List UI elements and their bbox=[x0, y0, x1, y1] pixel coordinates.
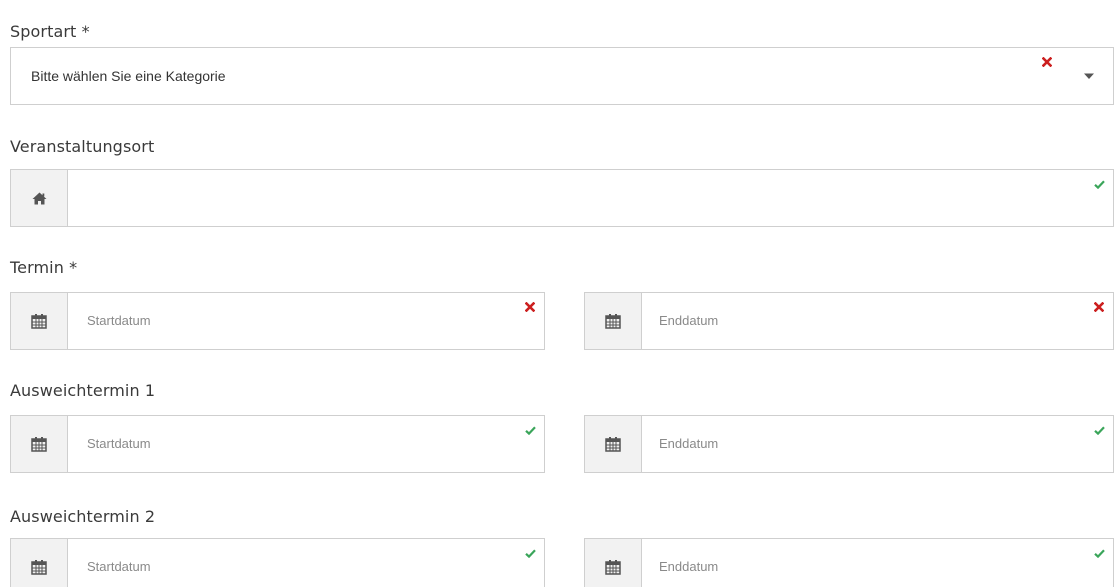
termin-start-field[interactable]: Startdatum bbox=[10, 292, 545, 350]
date-addon bbox=[11, 416, 68, 472]
error-icon bbox=[1041, 56, 1053, 68]
alt2-start-input[interactable]: Startdatum bbox=[87, 539, 151, 587]
valid-icon bbox=[1093, 547, 1105, 559]
venue-label: Veranstaltungsort bbox=[10, 137, 155, 156]
alt1-label: Ausweichtermin 1 bbox=[10, 381, 156, 400]
venue-addon bbox=[11, 170, 68, 226]
calendar-icon bbox=[31, 314, 47, 329]
termin-end-field[interactable]: Enddatum bbox=[584, 292, 1114, 350]
alt1-end-input[interactable]: Enddatum bbox=[659, 416, 718, 472]
valid-icon bbox=[1093, 424, 1105, 436]
calendar-icon bbox=[605, 560, 621, 575]
alt2-end-field[interactable]: Enddatum bbox=[584, 538, 1114, 587]
valid-icon bbox=[1093, 178, 1105, 190]
alt2-start-field[interactable]: Startdatum bbox=[10, 538, 545, 587]
caret-down-icon bbox=[1084, 73, 1094, 79]
termin-start-input[interactable]: Startdatum bbox=[87, 293, 151, 349]
alt2-end-input[interactable]: Enddatum bbox=[659, 539, 718, 587]
valid-icon bbox=[524, 547, 536, 559]
termin-label: Termin * bbox=[10, 258, 78, 277]
date-addon bbox=[585, 416, 642, 472]
error-icon bbox=[1093, 301, 1105, 313]
date-addon bbox=[11, 293, 68, 349]
sport-select[interactable]: Bitte wählen Sie eine Kategorie bbox=[10, 47, 1114, 105]
alt1-start-field[interactable]: Startdatum bbox=[10, 415, 545, 473]
dropdown-toggle-button[interactable] bbox=[1065, 48, 1113, 104]
sport-select-value: Bitte wählen Sie eine Kategorie bbox=[31, 68, 226, 84]
valid-icon bbox=[524, 424, 536, 436]
calendar-icon bbox=[31, 437, 47, 452]
error-icon bbox=[524, 301, 536, 313]
home-icon bbox=[32, 192, 46, 204]
calendar-icon bbox=[31, 560, 47, 575]
sport-label: Sportart * bbox=[10, 22, 90, 41]
calendar-icon bbox=[605, 314, 621, 329]
event-form: Sportart * Bitte wählen Sie eine Kategor… bbox=[0, 0, 1114, 587]
calendar-icon bbox=[605, 437, 621, 452]
alt1-end-field[interactable]: Enddatum bbox=[584, 415, 1114, 473]
date-addon bbox=[585, 539, 642, 587]
termin-end-input[interactable]: Enddatum bbox=[659, 293, 718, 349]
date-addon bbox=[11, 539, 68, 587]
alt2-label: Ausweichtermin 2 bbox=[10, 507, 156, 526]
alt1-start-input[interactable]: Startdatum bbox=[87, 416, 151, 472]
venue-field[interactable] bbox=[10, 169, 1114, 227]
date-addon bbox=[585, 293, 642, 349]
